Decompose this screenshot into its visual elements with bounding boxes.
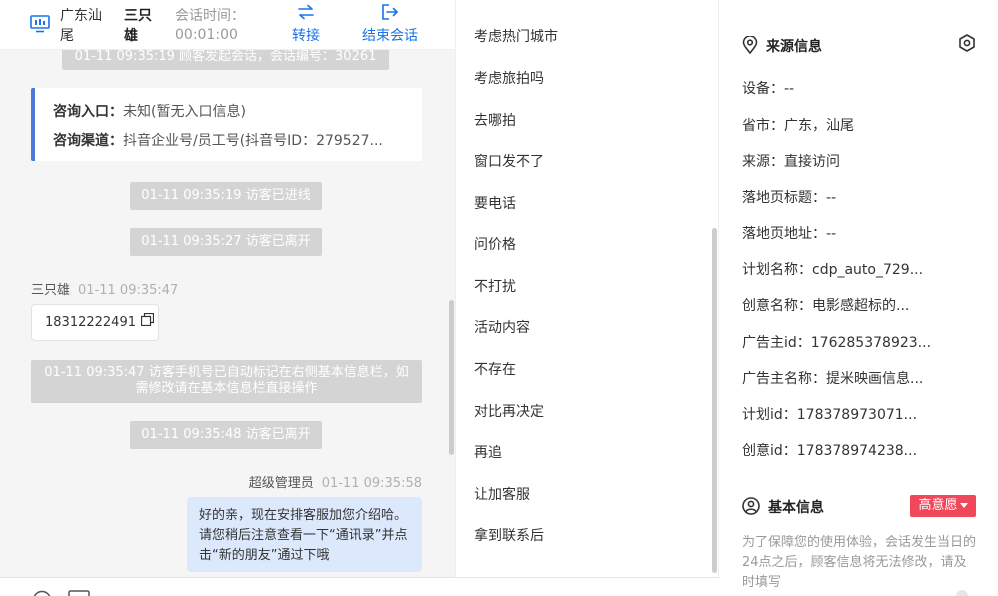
user-icon (742, 497, 760, 519)
system-message-left-again: 01-11 09:35:48 访客已离开 (130, 421, 322, 449)
consult-entry-label: 咨询入口： (53, 104, 123, 120)
field-plan-name: 计划名称：cdp_auto_729... (742, 262, 924, 278)
field-landing-title: 落地页标题：-- (742, 190, 837, 206)
field-landing-url: 落地页地址：-- (742, 226, 837, 242)
field-plan-id: 计划id：178378973071... (742, 407, 918, 423)
source-info-title: 来源信息 (766, 39, 822, 55)
phrase-item[interactable]: 活动内容 (474, 317, 530, 337)
system-message-phone-note: 01-11 09:35:47 访客手机号已自动标记在右侧基本信息栏，如需修改请在… (31, 360, 422, 403)
visitor-name: 三只雄 (124, 8, 152, 44)
system-message-entered: 01-11 09:35:19 访客已进线 (130, 182, 322, 210)
visitor-location: 广东汕尾 (60, 8, 102, 44)
phrase-item[interactable]: 不存在 (474, 359, 516, 379)
session-duration-label: 会话时间： (175, 8, 245, 24)
consult-channel-row: 咨询渠道：抖音企业号/员工号(抖音号ID：279527... (53, 127, 422, 156)
consult-channel-value: 抖音企业号/员工号(抖音号ID：279527... (123, 133, 383, 149)
phrase-item[interactable]: 要电话 (474, 193, 516, 213)
transfer-label: 转接 (292, 28, 320, 44)
visitor-phone-bubble: 18312222491 (31, 304, 159, 341)
basic-info-header: 基本信息 (742, 497, 824, 519)
phrase-item[interactable]: 考虑热门城市 (474, 26, 558, 46)
field-province-city: 省市：广东，汕尾 (742, 118, 854, 134)
phrase-item-cut[interactable] (474, 0, 488, 6)
emoji-icon[interactable] (32, 590, 52, 596)
monitor-icon (30, 15, 50, 33)
field-advertiser-id: 广告主id：176285378923... (742, 335, 932, 351)
visitor-sender-line: 三只雄 01-11 09:35:47 (31, 279, 178, 298)
agent-message-time: 01-11 09:35:58 (321, 476, 422, 491)
agent-message-bubble: 好的亲，现在安排客服加您介绍哈。请您稍后注意查看一下“通讯录”并点击“新的朋友”… (187, 497, 422, 572)
phrase-item[interactable]: 拿到联系后 (474, 525, 544, 545)
visitor-message-time: 01-11 09:35:47 (78, 283, 179, 298)
phrase-item[interactable]: 再追 (474, 442, 502, 462)
phrase-item[interactable]: 对比再决定 (474, 401, 544, 421)
exit-icon (382, 4, 398, 20)
consult-entry-card: 咨询入口：未知(暂无入口信息) 咨询渠道：抖音企业号/员工号(抖音号ID：279… (31, 88, 422, 161)
field-creative-id: 创意id：178378974238... (742, 443, 918, 459)
field-source: 来源：直接访问 (742, 154, 840, 170)
transfer-icon (298, 4, 314, 20)
visitor-phone-number: 18312222491 (45, 315, 136, 330)
quick-phrase-list: 考虑热门城市 考虑旅拍吗 去哪拍 窗口发不了 要电话 问价格 不打扰 活动内容 … (455, 0, 719, 577)
consult-entry-row: 咨询入口：未知(暂无入口信息) (53, 98, 422, 127)
agent-sender-name: 超级管理员 (248, 476, 314, 491)
phrase-item[interactable]: 不打扰 (474, 276, 516, 296)
session-duration-value: 00:01:00 (175, 27, 238, 43)
source-info-header: 来源信息 (742, 35, 822, 58)
phrase-item[interactable]: 考虑旅拍吗 (474, 68, 544, 88)
intent-level-dropdown[interactable]: 高意愿 (910, 495, 976, 517)
chat-panel: 01-11 09:35:19 顾客发起会话，会话编号：30261 咨询入口：未知… (0, 0, 455, 596)
chat-scrollbar[interactable] (449, 300, 454, 455)
visitor-sender-name: 三只雄 (31, 283, 71, 298)
image-icon[interactable] (68, 590, 90, 596)
intent-level-label: 高意愿 (918, 498, 958, 513)
field-device: 设备：-- (742, 81, 795, 97)
customer-info-panel: 来源信息 设备：-- 省市：广东，汕尾 来源：直接访问 落地页标题：-- 落地页… (720, 0, 998, 596)
transfer-button[interactable]: 转接 (284, 4, 328, 45)
end-session-button[interactable]: 结束会话 (352, 4, 428, 45)
phrase-item[interactable]: 让加客服 (474, 484, 530, 504)
basic-info-title: 基本信息 (768, 500, 824, 516)
phrase-item[interactable]: 窗口发不了 (474, 151, 544, 171)
phrase-item[interactable]: 去哪拍 (474, 110, 516, 130)
location-pin-icon (742, 35, 758, 58)
system-message-left: 01-11 09:35:27 访客已离开 (130, 228, 322, 256)
phrase-list-scrollbar[interactable] (712, 228, 717, 573)
consult-channel-label: 咨询渠道： (53, 133, 123, 149)
system-message-session-start: 01-11 09:35:19 顾客发起会话，会话编号：30261 (62, 48, 389, 70)
help-icon[interactable] (956, 590, 968, 596)
field-creative-name: 创意名称：电影感超标的... (742, 298, 910, 314)
end-session-label: 结束会话 (362, 28, 418, 44)
settings-icon[interactable] (958, 34, 976, 56)
caret-down-icon (959, 503, 968, 508)
chat-header: 广东汕尾 三只雄 会话时间： 00:01:00 转接 结束会话 (0, 0, 455, 50)
copy-icon[interactable] (141, 305, 155, 340)
input-toolbar (0, 577, 720, 596)
field-advertiser-name: 广告主名称：提米映画信息... (742, 371, 924, 387)
edit-deadline-notice: 为了保障您的使用体验，会话发生当日的24点之后，顾客信息将无法修改，请及时填写 (742, 535, 977, 590)
phrase-item[interactable]: 问价格 (474, 234, 516, 254)
consult-entry-value: 未知(暂无入口信息) (123, 104, 246, 120)
agent-sender-line: 超级管理员 01-11 09:35:58 (249, 472, 422, 491)
